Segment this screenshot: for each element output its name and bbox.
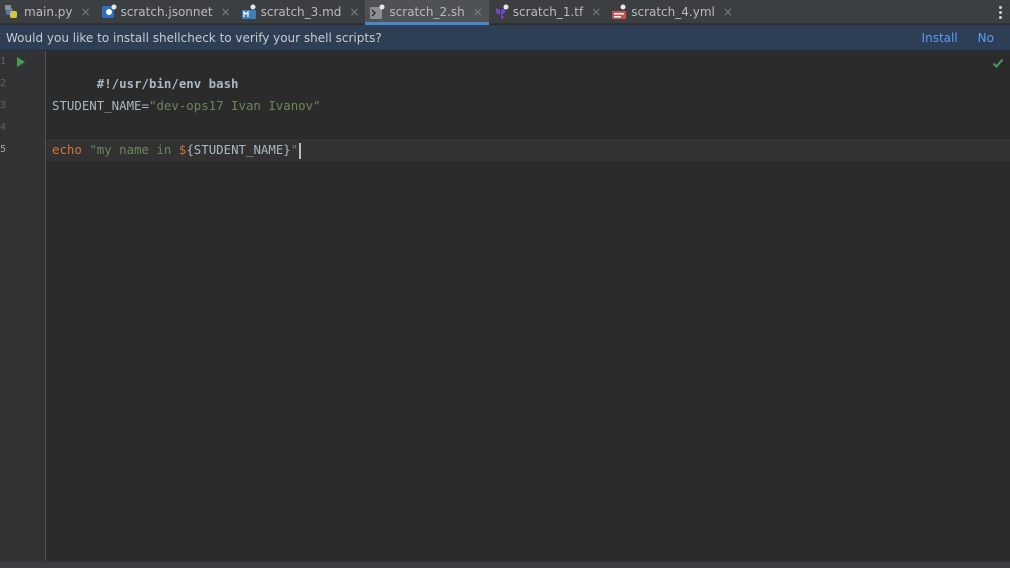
run-icon[interactable]	[17, 57, 25, 67]
close-icon[interactable]: ×	[473, 5, 483, 19]
code-area[interactable]: #!/usr/bin/env bash STUDENT_NAME="dev-op…	[47, 51, 1010, 561]
line-number: 4	[0, 122, 7, 133]
banner-actions: Install No	[922, 25, 994, 51]
bottom-strip	[0, 561, 1010, 568]
tab-label: main.py	[24, 5, 73, 19]
tab-scratch-1-tf[interactable]: scratch_1.tf ×	[489, 0, 607, 24]
variable-assignment: STUDENT_NAME=	[52, 98, 149, 113]
banner-message: Would you like to install shellcheck to …	[6, 30, 382, 45]
close-icon[interactable]: ×	[221, 5, 231, 19]
shell-file-icon	[369, 4, 385, 20]
text-caret	[299, 142, 302, 159]
tab-label: scratch_3.md	[260, 5, 342, 19]
line-number: 3	[0, 100, 7, 111]
jsonnet-file-icon	[101, 4, 117, 20]
tab-scratch-2-sh[interactable]: scratch_2.sh ×	[365, 0, 490, 25]
python-file-icon	[4, 4, 20, 20]
close-icon[interactable]: ×	[723, 5, 733, 19]
close-icon[interactable]: ×	[349, 5, 359, 19]
string-literal: "my name in	[89, 142, 179, 157]
line-number-gutter: 1 2 3 4 5	[0, 51, 46, 561]
notification-banner: Would you like to install shellcheck to …	[0, 25, 1010, 51]
code-line-3: STUDENT_NAME="dev-ops17 Ivan Ivanov"	[52, 95, 321, 117]
variable-reference: {STUDENT_NAME}	[186, 142, 291, 157]
shebang: #!/usr/bin/env bash	[96, 76, 239, 91]
terraform-file-icon	[493, 4, 509, 20]
close-icon[interactable]: ×	[591, 5, 601, 19]
tab-scratch-3-md[interactable]: scratch_3.md ×	[237, 0, 366, 24]
tab-main-py[interactable]: main.py ×	[0, 0, 97, 24]
no-link[interactable]: No	[978, 31, 994, 45]
code-line-1: #!/usr/bin/env bash	[52, 51, 239, 91]
string-quote: "	[290, 142, 299, 157]
no-problems-check-icon[interactable]	[992, 57, 1004, 69]
editor-tab-bar: main.py × scratch.jsonnet × scratch_3.md…	[0, 0, 1010, 25]
install-link[interactable]: Install	[922, 31, 958, 45]
tab-label: scratch_4.yml	[631, 5, 715, 19]
tab-label: scratch.jsonnet	[120, 5, 213, 19]
code-editor[interactable]: 1 2 3 4 5 #!/usr/bin/env bash STUDENT_NA…	[0, 51, 1010, 561]
echo-keyword: echo	[52, 142, 82, 157]
close-icon[interactable]: ×	[81, 5, 91, 19]
tab-scratch-jsonnet[interactable]: scratch.jsonnet ×	[97, 0, 237, 24]
tab-scratch-4-yml[interactable]: scratch_4.yml ×	[607, 0, 739, 24]
tab-label: scratch_1.tf	[512, 5, 584, 19]
yaml-file-icon	[611, 4, 627, 20]
string-literal: "dev-ops17 Ivan Ivanov"	[148, 98, 321, 113]
line-number: 2	[0, 78, 7, 89]
more-tabs-icon[interactable]	[994, 2, 1006, 22]
line-number-current: 5	[0, 144, 7, 155]
code-line-5: echo "my name in ${STUDENT_NAME}"	[52, 139, 302, 161]
tab-label: scratch_2.sh	[389, 5, 465, 19]
markdown-file-icon	[241, 4, 257, 20]
